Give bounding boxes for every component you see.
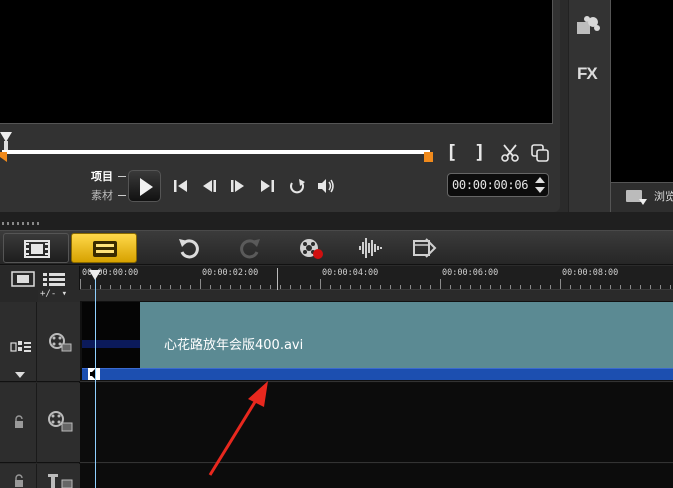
fx-tab[interactable]: FX [577, 64, 598, 84]
timecode-decrement-icon[interactable] [535, 187, 545, 193]
play-button[interactable] [128, 170, 161, 202]
mode-connector [118, 176, 126, 177]
annotation-arrow-icon [208, 381, 268, 476]
clip-thumbnail-band [82, 340, 140, 348]
ruler-hover-marker [277, 268, 278, 290]
clip-audio-icon[interactable] [88, 368, 100, 380]
repeat-icon[interactable] [287, 176, 307, 196]
ripple-editing-icon[interactable] [10, 340, 32, 354]
overlay-track-icon[interactable] [46, 409, 74, 433]
clip-thumbnail[interactable] [82, 302, 140, 368]
header-divider [36, 383, 37, 463]
panel-splitter[interactable] [0, 212, 673, 230]
timeline-icon [93, 241, 117, 257]
timecode-increment-icon[interactable] [535, 177, 545, 183]
ruler-tick-label: 00:00:08:00 [562, 268, 619, 278]
preview-screen[interactable] [0, 0, 553, 124]
storyboard-view-button[interactable] [3, 233, 69, 263]
timecode-value: 00:00:00:06 [452, 178, 529, 192]
video-clip-name: 心花路放年会版400.avi [164, 338, 304, 353]
sound-mixer-icon[interactable] [357, 235, 383, 261]
overlay-track[interactable] [80, 383, 673, 463]
undo-icon[interactable] [176, 235, 202, 261]
skip-to-start-icon[interactable] [171, 176, 191, 196]
zoom-control[interactable]: +/- ▾ [38, 289, 80, 302]
splitter-grip[interactable] [2, 222, 42, 225]
library-content[interactable] [610, 0, 673, 182]
redo-icon[interactable] [237, 235, 263, 261]
video-clip[interactable]: 心花路放年会版400.avi [140, 302, 673, 368]
ruler-tick-label: 00:00:06:00 [442, 268, 499, 278]
film-strip-icon [24, 240, 50, 258]
zoom-buttons[interactable]: +/- ▾ [40, 289, 67, 299]
clip-audio-bar[interactable] [82, 368, 673, 380]
volume-icon[interactable] [316, 176, 336, 196]
browse-bar: 浏览 [610, 182, 673, 212]
timeline-scroll-strip[interactable] [80, 290, 673, 302]
timeline-ruler[interactable]: 00:00:00:00 00:00:02:00 00:00:04:00 00:0… [80, 266, 673, 290]
next-frame-icon[interactable] [228, 176, 248, 196]
dropdown-arrow-icon[interactable] [15, 372, 25, 378]
track-manager-icon[interactable] [42, 271, 66, 287]
video-track-header [0, 302, 80, 382]
lock-icon[interactable] [12, 474, 26, 488]
title-track-header [0, 464, 80, 488]
header-divider [36, 464, 37, 488]
ruler-tick-label: 00:00:04:00 [322, 268, 379, 278]
browse-icon[interactable] [625, 189, 649, 207]
title-track[interactable] [80, 464, 673, 488]
mode-connector [118, 195, 126, 196]
auto-music-icon[interactable] [411, 235, 437, 261]
title-track-icon[interactable] [46, 472, 74, 488]
lock-icon[interactable] [12, 415, 26, 429]
previous-frame-icon[interactable] [199, 176, 219, 196]
mark-in-button[interactable]: [ [446, 141, 457, 163]
media-library-icon[interactable] [576, 14, 602, 36]
show-all-tracks-icon[interactable] [11, 271, 35, 287]
trim-end-handle[interactable] [424, 152, 433, 162]
mark-out-button[interactable]: ] [474, 141, 485, 163]
playhead-line[interactable] [95, 278, 96, 488]
overlay-track-header [0, 383, 80, 463]
browse-button[interactable]: 浏览 [654, 188, 673, 204]
timecode-field[interactable]: 00:00:00:06 [447, 173, 549, 197]
scrubber-track[interactable] [2, 150, 430, 154]
scissors-icon[interactable] [500, 143, 520, 163]
project-mode-label[interactable]: 项目 [91, 168, 113, 184]
video-track-icon[interactable] [48, 332, 72, 352]
clip-mode-label[interactable]: 素材 [91, 187, 113, 203]
playhead-handle[interactable] [89, 270, 101, 280]
ruler-tick-label: 00:00:02:00 [202, 268, 259, 278]
play-icon [140, 178, 153, 196]
header-divider [36, 302, 37, 382]
skip-to-end-icon[interactable] [257, 176, 277, 196]
record-capture-icon[interactable] [298, 235, 324, 261]
timeline-view-button[interactable] [71, 233, 137, 263]
enlarge-preview-icon[interactable] [530, 143, 550, 163]
scrubber-head-stem[interactable] [4, 141, 8, 150]
ruler-ticks [80, 279, 671, 289]
